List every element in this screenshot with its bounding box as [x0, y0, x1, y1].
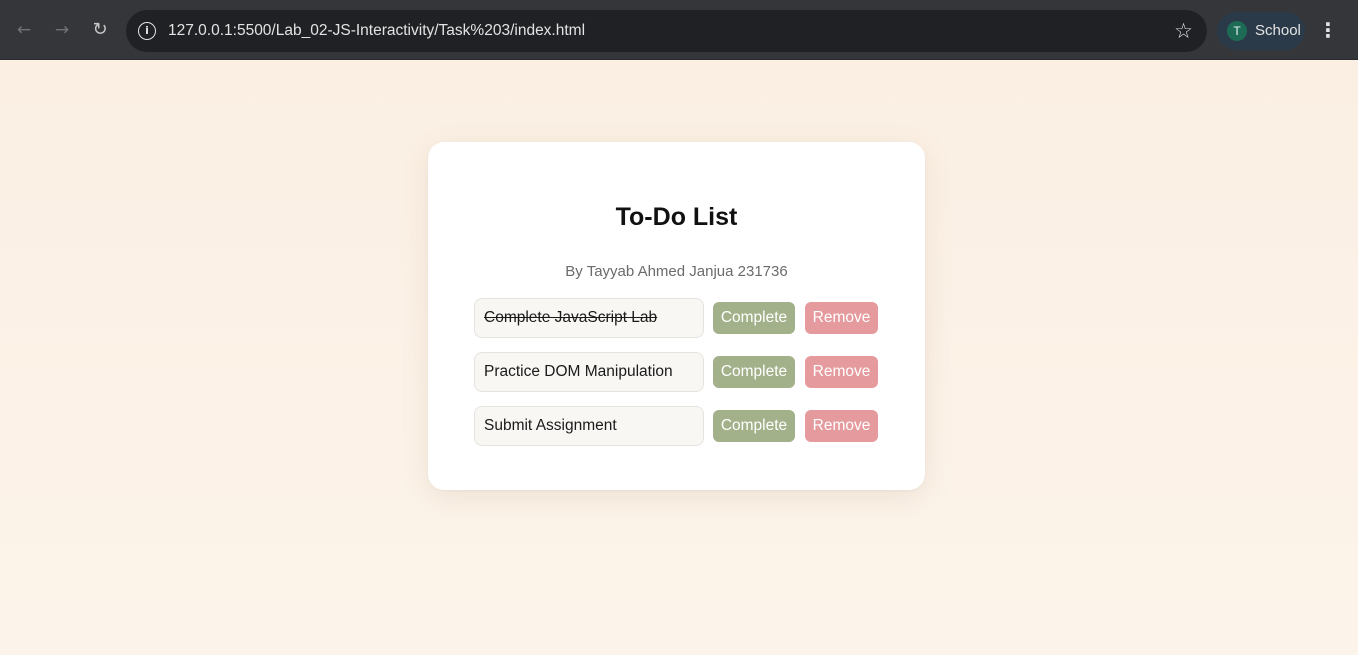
- todo-card: To-Do List By Tayyab Ahmed Janjua 231736…: [428, 142, 925, 490]
- url-text[interactable]: 127.0.0.1:5500/Lab_02-JS-Interactivity/T…: [168, 10, 585, 52]
- profile-name: School: [1255, 22, 1301, 39]
- star-icon[interactable]: ☆: [1174, 10, 1193, 52]
- reload-icon[interactable]: ↻: [89, 19, 111, 41]
- task-input[interactable]: [474, 406, 704, 446]
- page-viewport: To-Do List By Tayyab Ahmed Janjua 231736…: [0, 61, 1358, 655]
- info-icon[interactable]: i: [138, 22, 156, 40]
- task-row: Complete Remove: [474, 406, 884, 446]
- remove-button[interactable]: Remove: [805, 356, 878, 388]
- remove-button[interactable]: Remove: [805, 302, 878, 334]
- page-title: To-Do List: [615, 203, 738, 231]
- forward-arrow-icon[interactable]: →: [51, 19, 73, 41]
- task-input[interactable]: [474, 298, 704, 338]
- remove-button[interactable]: Remove: [805, 410, 878, 442]
- task-row: Complete Remove: [474, 298, 884, 338]
- avatar: T: [1227, 21, 1247, 41]
- complete-button[interactable]: Complete: [713, 356, 795, 388]
- task-row: Complete Remove: [474, 352, 884, 392]
- profile-button[interactable]: T School: [1217, 12, 1305, 50]
- complete-button[interactable]: Complete: [713, 302, 795, 334]
- complete-button[interactable]: Complete: [713, 410, 795, 442]
- browser-toolbar: ← → ↻ i 127.0.0.1:5500/Lab_02-JS-Interac…: [0, 0, 1358, 60]
- author-subtitle: By Tayyab Ahmed Janjua 231736: [565, 263, 788, 280]
- kebab-menu-icon[interactable]: ⋮: [1318, 19, 1338, 43]
- task-input[interactable]: [474, 352, 704, 392]
- address-bar[interactable]: i 127.0.0.1:5500/Lab_02-JS-Interactivity…: [126, 10, 1207, 52]
- back-arrow-icon[interactable]: ←: [13, 19, 35, 41]
